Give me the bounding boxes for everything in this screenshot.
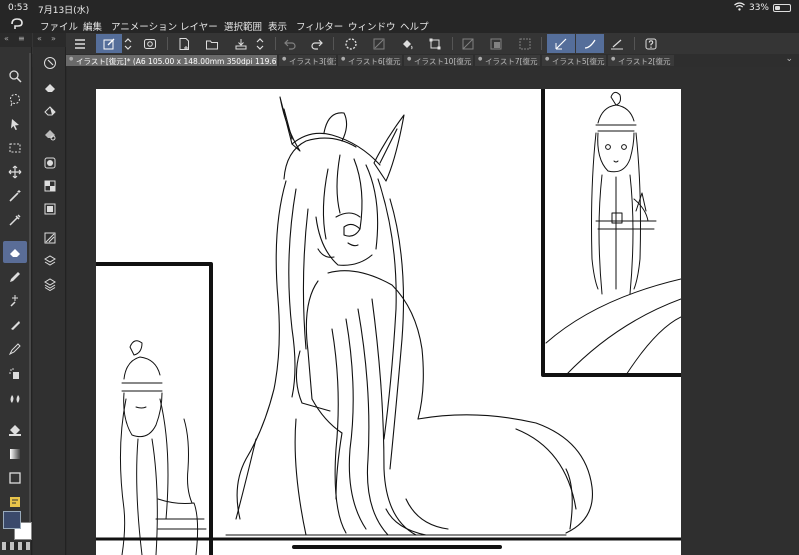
clock-time: 0:53 xyxy=(8,3,29,13)
system-indicators: 33% xyxy=(734,2,791,14)
ruler-snap-icon[interactable] xyxy=(607,34,627,53)
stabilizer-icon[interactable] xyxy=(547,34,575,53)
expand-arrows-icon[interactable] xyxy=(121,34,135,53)
tab-document[interactable]: イラスト2[復元 xyxy=(608,55,674,66)
sub-tool-panel: « » xyxy=(33,33,66,555)
expand-icon[interactable]: » xyxy=(51,34,56,43)
select-all-icon[interactable] xyxy=(515,34,535,53)
battery-icon xyxy=(773,4,791,12)
fill-icon[interactable] xyxy=(397,34,417,53)
tab-document-active[interactable]: イラスト[復元]* (A6 105.00 x 148.00mm 350dpi 1… xyxy=(66,55,277,66)
clear-icon[interactable] xyxy=(369,34,389,53)
vector-snap-icon[interactable] xyxy=(576,34,604,53)
object-icon[interactable] xyxy=(3,113,27,135)
loading-icon[interactable] xyxy=(341,34,361,53)
menu-bar: ファイル 編集 アニメーション レイヤー 選択範囲 表示 フィルター ウィンドウ… xyxy=(0,16,799,33)
tab-document[interactable]: イラスト7[復元 xyxy=(475,55,540,66)
eraser-rough-icon[interactable] xyxy=(40,199,60,219)
eraser-icon[interactable] xyxy=(3,241,27,263)
fill-bucket-icon[interactable] xyxy=(3,419,27,441)
eraser-hard-icon[interactable] xyxy=(40,78,60,98)
drawing-canvas[interactable] xyxy=(96,89,681,555)
menu-help[interactable]: ヘルプ xyxy=(400,19,429,33)
collapse-icon[interactable]: « xyxy=(4,34,9,43)
tab-document[interactable]: イラスト6[復元 xyxy=(338,55,402,66)
eraser-layer-icon[interactable] xyxy=(40,153,60,173)
zoom-icon[interactable] xyxy=(3,65,27,87)
navigator-icon[interactable] xyxy=(40,53,60,73)
tab-document[interactable]: イラスト5[復元 xyxy=(542,55,606,66)
battery-fill xyxy=(775,6,780,10)
blend-icon[interactable] xyxy=(3,387,27,409)
tool-panel-scrollbar[interactable] xyxy=(29,53,31,523)
sub-tool-panel-header: « » xyxy=(33,33,66,47)
quick-access-icon[interactable] xyxy=(96,34,122,53)
menu-selection[interactable]: 選択範囲 xyxy=(224,19,262,33)
primary-color-swatch[interactable] xyxy=(3,511,21,529)
canvas-area[interactable] xyxy=(67,67,799,555)
redo-icon[interactable] xyxy=(307,34,327,53)
sparkle-brush-icon[interactable] xyxy=(3,290,27,312)
menu-window[interactable]: ウィンドウ xyxy=(348,19,396,33)
line-art-illustration xyxy=(96,89,681,555)
tool-panel-header: « ≡ xyxy=(0,33,32,47)
status-bar: 0:53 7月13日(水) 33% xyxy=(0,0,799,16)
magic-wand-icon[interactable] xyxy=(3,185,27,207)
tab-document[interactable]: イラスト3[復元 xyxy=(279,55,336,66)
panel-menu-icon[interactable]: ≡ xyxy=(18,34,25,43)
command-toolbar xyxy=(0,33,799,54)
menu-edit[interactable]: 編集 xyxy=(83,19,102,33)
home-indicator xyxy=(292,545,502,549)
eraser-kneaded-icon[interactable] xyxy=(40,228,60,248)
save-icon[interactable] xyxy=(231,34,251,53)
chevron-down-icon[interactable]: ⌄ xyxy=(785,54,793,64)
lasso-icon[interactable] xyxy=(3,89,27,111)
more-arrows-icon[interactable] xyxy=(253,34,267,53)
help-icon[interactable] xyxy=(641,34,661,53)
tool-panel: « ≡ xyxy=(0,33,32,555)
eraser-snap-icon[interactable] xyxy=(40,176,60,196)
tab-document[interactable]: イラスト10[復元 xyxy=(404,55,473,66)
battery-percent: 33% xyxy=(748,3,769,13)
gpen-icon[interactable] xyxy=(3,314,27,336)
menu-icon[interactable] xyxy=(70,34,90,53)
menu-animation[interactable]: アニメーション xyxy=(111,19,177,33)
rect-select-icon[interactable] xyxy=(3,137,27,159)
clock-date: 7月13日(水) xyxy=(38,6,90,16)
wifi-icon xyxy=(734,2,745,14)
companion-icon[interactable] xyxy=(140,34,160,53)
menu-filter[interactable]: フィルター xyxy=(296,19,343,33)
eraser-soft-icon[interactable] xyxy=(40,101,60,121)
menu-layer[interactable]: レイヤー xyxy=(180,19,218,33)
text-icon[interactable] xyxy=(3,491,27,513)
document-tabs: イラスト[復元]* (A6 105.00 x 148.00mm 350dpi 1… xyxy=(0,54,799,67)
collapse-icon[interactable]: « xyxy=(37,34,42,43)
new-canvas-icon[interactable] xyxy=(174,34,194,53)
eyedropper-icon[interactable] xyxy=(3,209,27,231)
open-folder-icon[interactable] xyxy=(202,34,222,53)
eraser-stack-icon[interactable] xyxy=(40,274,60,294)
rectangle-icon[interactable] xyxy=(3,467,27,489)
gradient-icon[interactable] xyxy=(3,443,27,465)
transparent-color-swatch[interactable] xyxy=(2,542,30,550)
hide-selection-icon[interactable] xyxy=(458,34,478,53)
menu-file[interactable]: ファイル xyxy=(40,19,78,33)
eraser-vector-icon[interactable] xyxy=(40,124,60,144)
pen-icon[interactable] xyxy=(3,266,27,288)
eraser-multi-icon[interactable] xyxy=(40,251,60,271)
app-logo-icon[interactable] xyxy=(10,18,24,33)
clear-selection-icon[interactable] xyxy=(486,34,506,53)
pencil-icon[interactable] xyxy=(3,338,27,360)
move-icon[interactable] xyxy=(3,161,27,183)
undo-icon[interactable] xyxy=(280,34,300,53)
menu-view[interactable]: 表示 xyxy=(268,19,287,33)
transform-icon[interactable] xyxy=(425,34,445,53)
airbrush-icon[interactable] xyxy=(3,363,27,385)
